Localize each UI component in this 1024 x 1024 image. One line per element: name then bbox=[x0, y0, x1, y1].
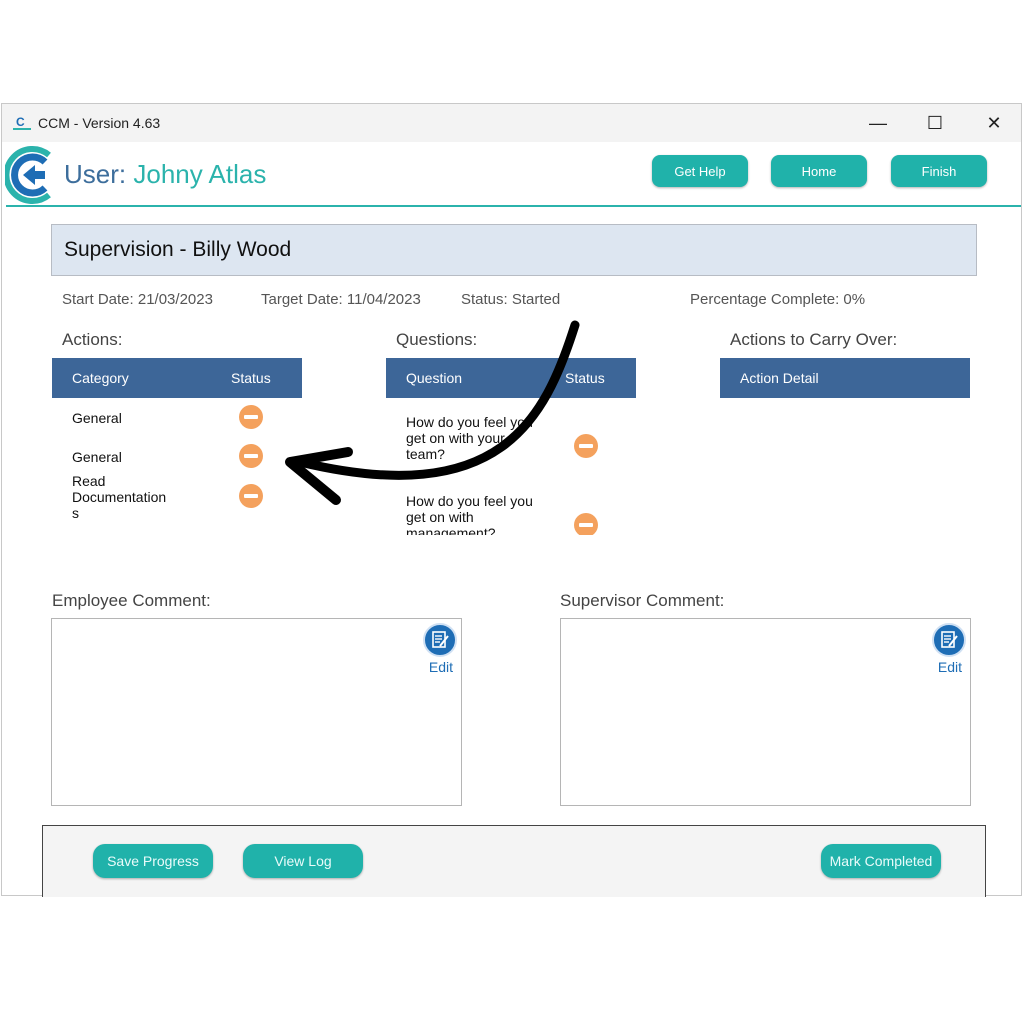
question-row-text: How do you feel you get on with manageme… bbox=[406, 493, 533, 535]
action-row-category: Read Documentation s bbox=[72, 473, 167, 521]
supervision-title: Supervision - Billy Wood bbox=[64, 238, 292, 261]
mark-completed-button[interactable]: Mark Completed bbox=[821, 844, 941, 878]
ccm-logo-icon bbox=[5, 146, 51, 204]
user-label: User: bbox=[64, 159, 127, 189]
question-row-text: How do you feel you get on with your tea… bbox=[406, 414, 533, 462]
action-row-category: General bbox=[72, 449, 122, 465]
maximize-button[interactable]: ☐ bbox=[915, 108, 955, 138]
edit-note-icon[interactable] bbox=[932, 623, 966, 657]
user-name: Johny Atlas bbox=[133, 159, 267, 189]
actions-label: Actions: bbox=[62, 330, 123, 349]
status-text: Status: Started bbox=[461, 291, 561, 308]
home-button[interactable]: Home bbox=[771, 155, 867, 187]
title-bar: C CCM - Version 4.63 — ☐ ✕ bbox=[2, 104, 1021, 142]
employee-comment-label: Employee Comment: bbox=[52, 591, 211, 610]
question-status-icon[interactable] bbox=[574, 513, 598, 535]
header-divider bbox=[6, 205, 1021, 207]
questions-table-header: Question Status bbox=[386, 358, 636, 398]
percentage-complete: Percentage Complete: 0% bbox=[690, 291, 866, 308]
carry-over-label: Actions to Carry Over: bbox=[730, 330, 898, 349]
actions-table-header: Category Status bbox=[52, 358, 302, 398]
supervisor-comment-label: Supervisor Comment: bbox=[560, 591, 725, 610]
action-status-icon[interactable] bbox=[239, 405, 263, 429]
question-column-header: Question bbox=[406, 370, 463, 386]
close-button[interactable]: ✕ bbox=[974, 108, 1014, 138]
category-column-header: Category bbox=[72, 370, 129, 386]
action-status-icon[interactable] bbox=[239, 484, 263, 508]
supervisor-edit-link[interactable]: Edit bbox=[938, 659, 962, 675]
employee-comment-box: Edit bbox=[51, 618, 462, 806]
supervisor-comment-box: Edit bbox=[560, 618, 971, 806]
employee-edit-link[interactable]: Edit bbox=[429, 659, 453, 675]
svg-text:C: C bbox=[16, 115, 25, 129]
start-date: Start Date: 21/03/2023 bbox=[62, 291, 213, 308]
action-detail-column-header: Action Detail bbox=[740, 370, 819, 386]
supervision-title-bar: Supervision - Billy Wood bbox=[51, 224, 977, 276]
app-logo-icon: C bbox=[13, 115, 31, 130]
action-status-icon[interactable] bbox=[239, 444, 263, 468]
question-status-icon[interactable] bbox=[574, 434, 598, 458]
questions-list: How do you feel you get on with your tea… bbox=[388, 398, 638, 535]
window-title: CCM - Version 4.63 bbox=[38, 115, 161, 131]
get-help-button[interactable]: Get Help bbox=[652, 155, 748, 187]
finish-button[interactable]: Finish bbox=[891, 155, 987, 187]
carry-over-table-header: Action Detail bbox=[720, 358, 970, 398]
edit-note-icon[interactable] bbox=[423, 623, 457, 657]
question-status-column-header: Status bbox=[565, 370, 605, 386]
minimize-button[interactable]: — bbox=[858, 108, 898, 138]
status-column-header: Status bbox=[231, 370, 271, 386]
action-row-category: General bbox=[72, 410, 122, 426]
view-log-button[interactable]: View Log bbox=[243, 844, 363, 878]
save-progress-button[interactable]: Save Progress bbox=[93, 844, 213, 878]
user-heading: User: Johny Atlas bbox=[64, 159, 266, 190]
footer-bar: Save Progress View Log Mark Completed bbox=[42, 825, 986, 897]
app-window: C CCM - Version 4.63 — ☐ ✕ User: Johny A… bbox=[1, 103, 1022, 897]
target-date: Target Date: 11/04/2023 bbox=[261, 291, 421, 308]
questions-label: Questions: bbox=[396, 330, 478, 349]
